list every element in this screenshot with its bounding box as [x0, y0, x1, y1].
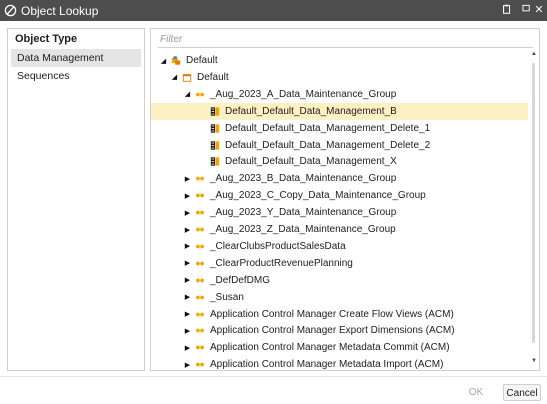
expand-arrow-icon[interactable]: ▶ — [183, 175, 192, 183]
group-dots-icon — [195, 292, 205, 302]
tree-node[interactable]: ▶ Application Control Manager Create Flow… — [151, 306, 528, 323]
vertical-scrollbar[interactable]: ▲ ▼ — [529, 49, 538, 370]
tree-node[interactable]: ▶ Application Control Manager Metadata Im… — [151, 356, 528, 370]
scroll-up-icon[interactable]: ▲ — [531, 51, 537, 57]
tree-node[interactable]: ▶ _Aug_2023_Y_Data_Maintenance_Group — [151, 204, 528, 221]
expand-arrow-icon[interactable]: ▶ — [183, 259, 192, 267]
tree-node-label: Application Control Manager Metadata Com… — [210, 342, 450, 354]
expand-arrow-icon[interactable]: ▶ — [183, 192, 192, 200]
circle-slash-icon — [4, 4, 17, 17]
group-dots-icon — [195, 343, 205, 353]
group-dots-icon — [195, 309, 205, 319]
tree-node-label: Default — [197, 71, 229, 83]
tree-node-label: Default_Default_Data_Management_B — [225, 105, 397, 117]
object-type-item-data-management-sequences[interactable]: Data Management Sequences — [11, 49, 141, 82]
tree-node[interactable]: ▶ _Susan — [151, 289, 528, 306]
tree-node[interactable]: ▶ _ClearClubsProductSalesData — [151, 238, 528, 255]
tree-node[interactable]: ▶ _DefDefDMG — [151, 272, 528, 289]
tree-node-label: _Aug_2023_Z_Data_Maintenance_Group — [210, 224, 396, 235]
expand-arrow-icon[interactable]: ▶ — [183, 344, 192, 352]
tree-node[interactable]: Default_Default_Data_Management_Delete_1 — [151, 120, 528, 137]
sequence-icon — [210, 157, 220, 167]
expand-arrow-icon[interactable]: ▶ — [183, 310, 192, 318]
tree-node[interactable]: ▶ Application Control Manager Export Dime… — [151, 322, 528, 339]
tree-node-label: _Aug_2023_Y_Data_Maintenance_Group — [210, 207, 397, 219]
tree-node[interactable]: ▶ _Aug_2023_Z_Data_Maintenance_Group — [151, 221, 528, 238]
tree-node[interactable]: ▶ _Aug_2023_B_Data_Maintenance_Group — [151, 170, 528, 187]
tree-node[interactable]: Default_Default_Data_Management_X — [151, 153, 528, 170]
expand-arrow-icon[interactable]: ▶ — [183, 293, 192, 301]
ok-button[interactable]: OK — [459, 384, 493, 401]
tree-node-label: Default_Default_Data_Management_X — [225, 156, 397, 168]
tree-node-label: _Susan — [210, 291, 244, 303]
footer-divider — [0, 376, 547, 377]
filter-input[interactable] — [158, 32, 533, 48]
close-icon[interactable] — [532, 3, 546, 17]
collapse-arrow-icon[interactable]: ◢ — [159, 57, 168, 65]
group-dots-icon — [195, 275, 205, 285]
object-tree: ◢ Default ◢ Default ◢ _Aug_2023_A_Data_Mainte… — [151, 51, 528, 370]
group-dots-icon — [195, 258, 205, 268]
expand-arrow-icon[interactable]: ▶ — [183, 242, 192, 250]
tree-node-label: _Aug_2023_A_Data_Maintenance_Group — [210, 88, 397, 100]
group-dots-icon — [195, 360, 205, 370]
sequence-icon — [210, 123, 220, 133]
group-dots-icon — [195, 174, 205, 184]
window-title: Object Lookup — [21, 3, 99, 18]
expand-arrow-icon[interactable]: ▶ — [183, 327, 192, 335]
sequence-icon — [210, 140, 220, 150]
tree-node-label: Default_Default_Data_Management_Delete_2 — [225, 139, 431, 151]
tree-node[interactable]: ◢ _Aug_2023_A_Data_Maintenance_Group — [151, 86, 528, 103]
tree-node[interactable]: ▶ _Aug_2023_C_Copy_Data_Maintenance_Group — [151, 187, 528, 204]
sequence-icon — [210, 106, 220, 116]
tree-node[interactable]: ◢ Default — [151, 52, 528, 69]
expand-arrow-icon[interactable]: ▶ — [183, 209, 192, 217]
tree-node-label: Default — [186, 55, 218, 66]
scroll-thumb[interactable] — [532, 63, 535, 343]
tree-node-label: _Aug_2023_C_Copy_Data_Maintenance_Group — [210, 190, 426, 202]
tree-node-label: Application Control Manager Export Dimen… — [210, 325, 455, 337]
object-tree-panel: ◢ Default ◢ Default ◢ _Aug_2023_A_Data_Mainte… — [150, 28, 540, 371]
group-dots-icon — [195, 326, 205, 336]
folder-multi-icon — [171, 56, 181, 66]
tree-node-label: _ClearProductRevenuePlanning — [210, 257, 353, 269]
expand-arrow-icon[interactable]: ▶ — [183, 361, 192, 369]
collapse-arrow-icon[interactable]: ◢ — [183, 90, 192, 98]
object-type-header: Object Type — [15, 33, 78, 45]
collapse-arrow-icon[interactable]: ◢ — [170, 73, 179, 81]
group-dots-icon — [195, 225, 205, 235]
object-type-panel: Object Type Data Management Sequences — [7, 28, 145, 371]
tree-node[interactable]: Default_Default_Data_Management_Delete_2 — [151, 137, 528, 154]
tree-node-label: _Aug_2023_B_Data_Maintenance_Group — [210, 173, 397, 185]
maximize-icon[interactable] — [519, 3, 533, 17]
group-dots-icon — [195, 191, 205, 201]
tree-node[interactable]: Default_Default_Data_Management_B — [151, 102, 528, 120]
tree-node-label: _DefDefDMG — [210, 274, 271, 286]
folder-outline-icon — [182, 72, 192, 82]
expand-arrow-icon[interactable]: ▶ — [183, 226, 192, 234]
tree-node-label: Default_Default_Data_Management_Delete_1 — [225, 122, 431, 134]
tree-node[interactable]: ◢ Default — [151, 69, 528, 86]
group-dots-icon — [195, 89, 205, 99]
tree-node-label: Application Control Manager Create Flow … — [210, 308, 454, 320]
tree-node[interactable]: ▶ Application Control Manager Metadata Co… — [151, 339, 528, 356]
title-bar: Object Lookup — [0, 0, 547, 21]
cancel-button[interactable]: Cancel — [503, 384, 541, 401]
restore-icon[interactable] — [500, 3, 514, 17]
tree-node-label: Application Control Manager Metadata Imp… — [210, 359, 444, 370]
group-dots-icon — [195, 208, 205, 218]
scroll-down-icon[interactable]: ▼ — [531, 358, 537, 364]
tree-node[interactable]: ▶ _ClearProductRevenuePlanning — [151, 255, 528, 272]
group-dots-icon — [195, 241, 205, 251]
tree-node-label: _ClearClubsProductSalesData — [210, 240, 346, 252]
expand-arrow-icon[interactable]: ▶ — [183, 276, 192, 284]
